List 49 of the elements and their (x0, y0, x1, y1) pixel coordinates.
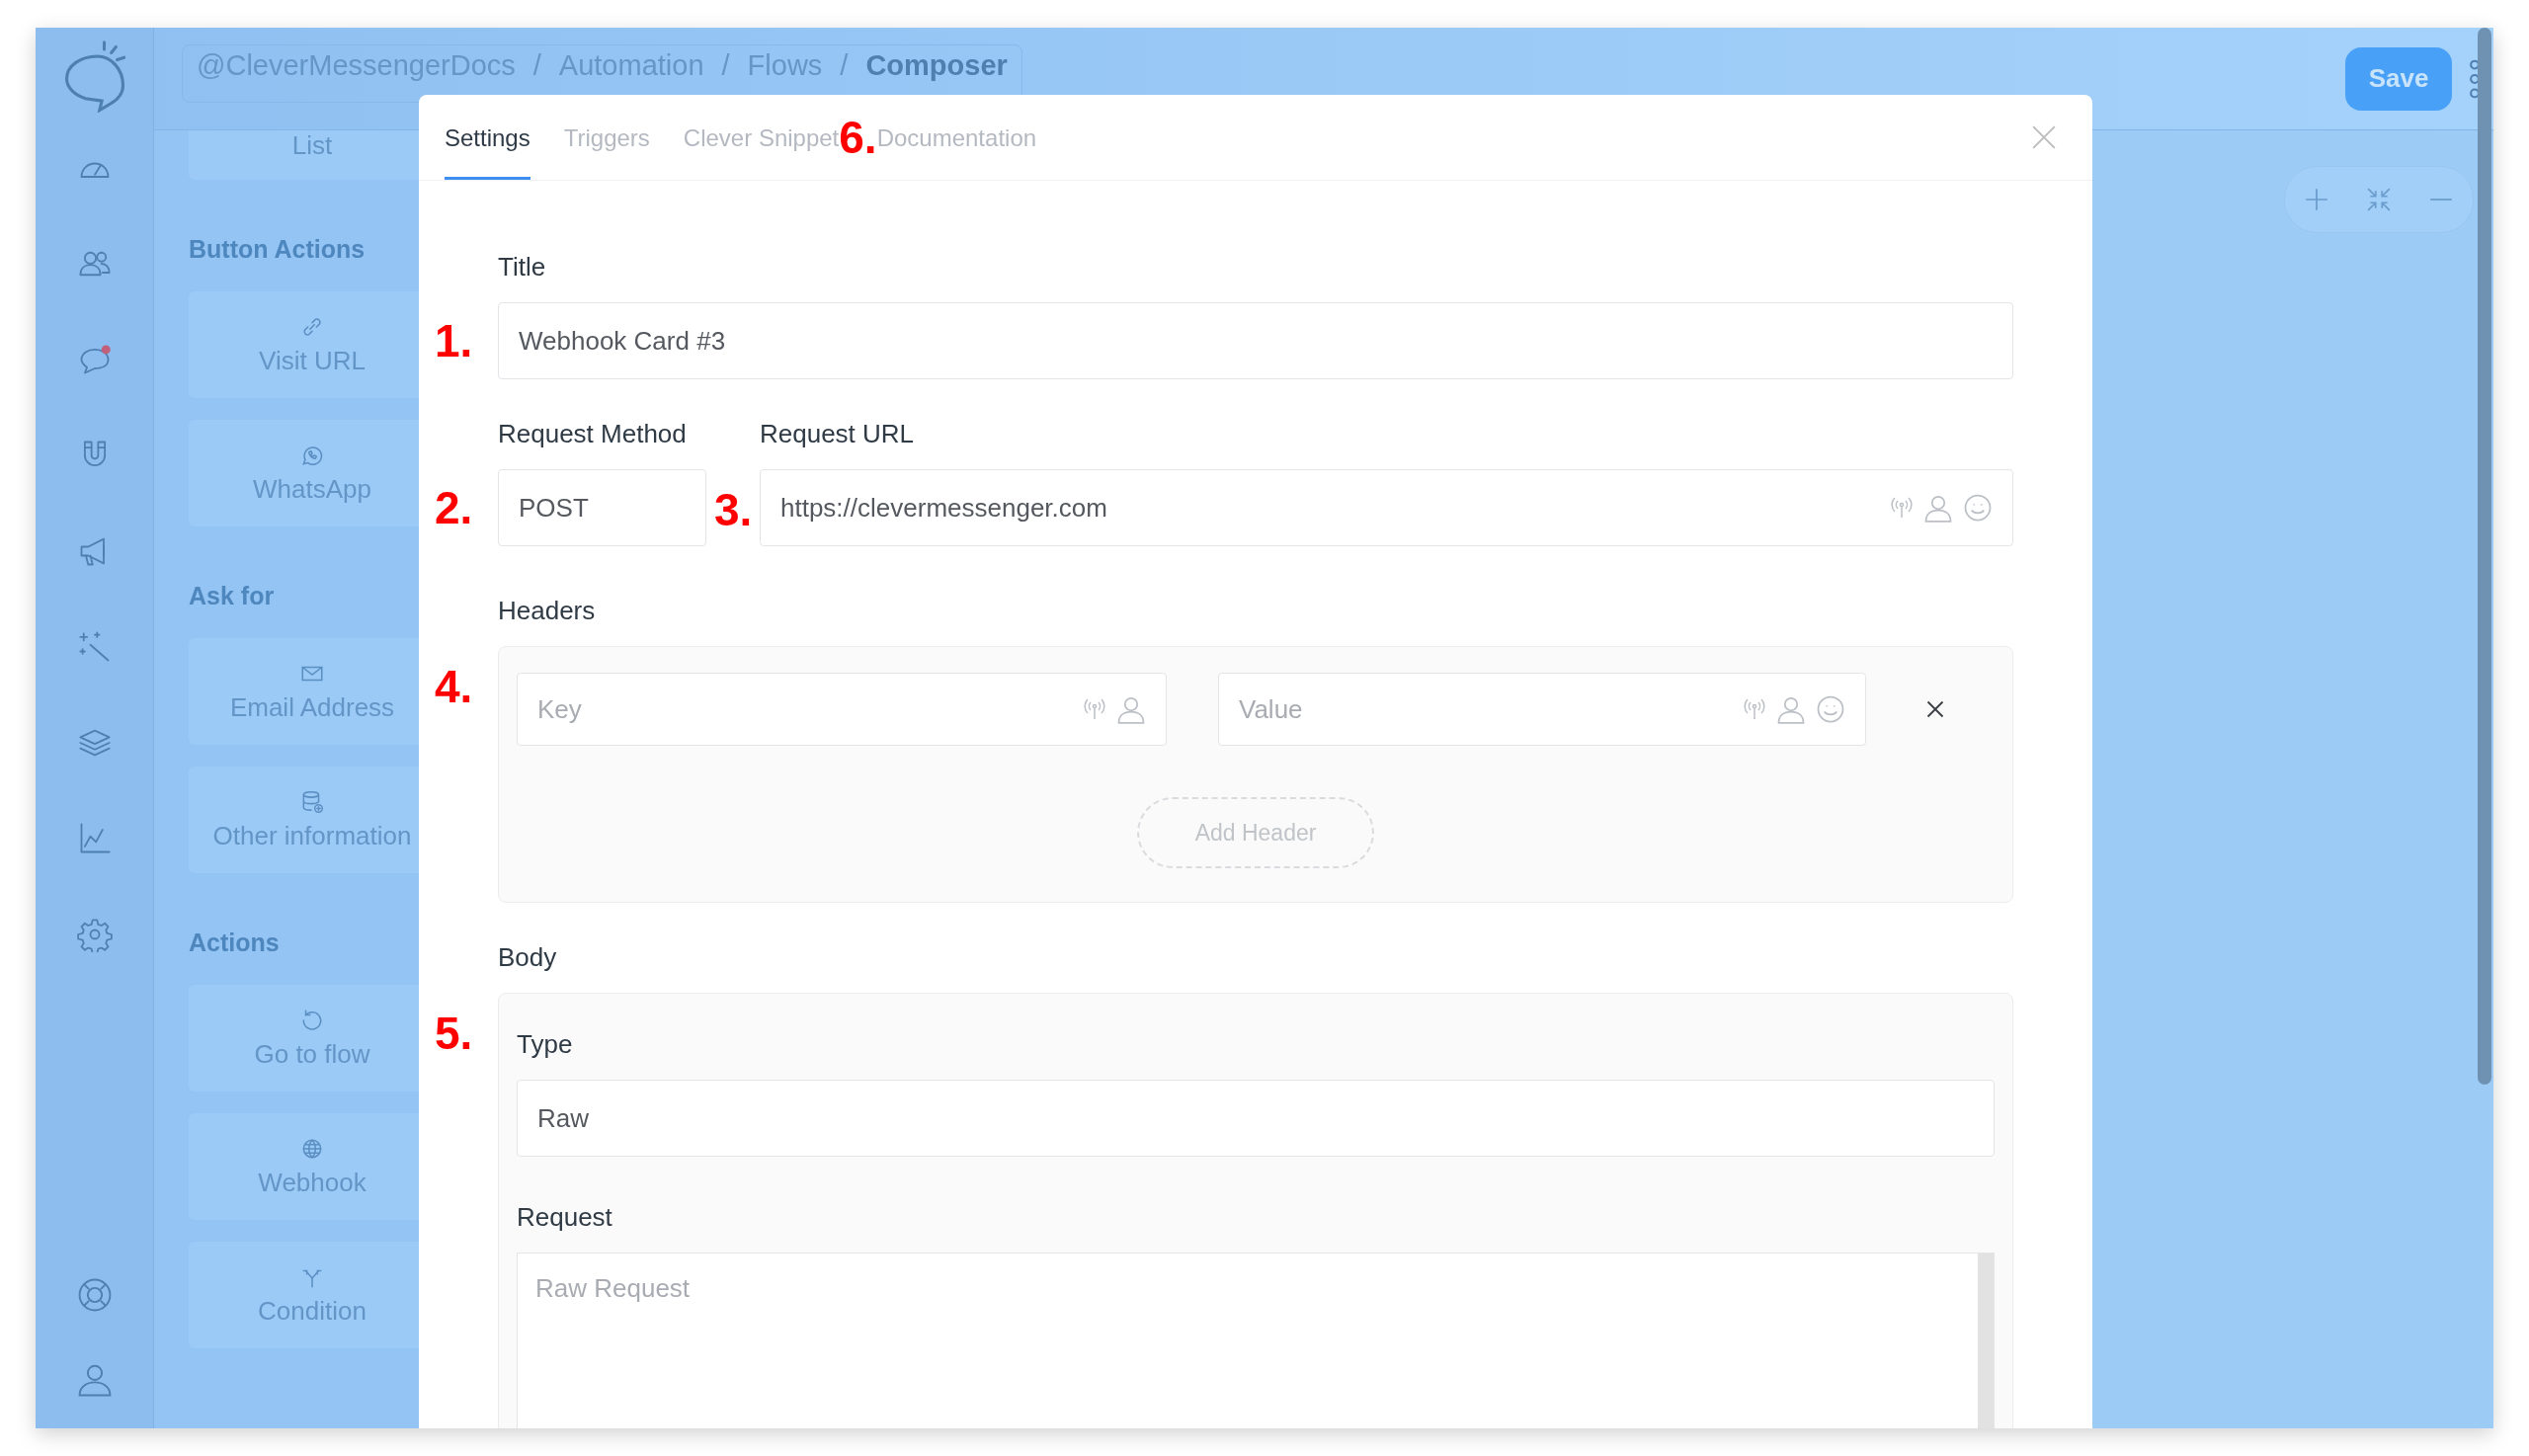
header-value-input[interactable]: Value (1239, 693, 1733, 725)
field-label: Type (517, 1029, 574, 1060)
add-header-button[interactable]: Add Header (1137, 797, 1374, 868)
annotation-number: 2. (435, 485, 474, 530)
annotation-number: 4. (435, 664, 474, 709)
section-heading: Actions (189, 929, 281, 957)
annotation-number: 6. (839, 115, 877, 160)
smiley-icon[interactable] (1963, 493, 1993, 523)
gear-icon[interactable] (76, 917, 113, 952)
dialog-tab[interactable]: Triggers (563, 95, 650, 180)
smiley-icon[interactable] (1816, 694, 1845, 724)
dialog-tab[interactable]: Settings (445, 95, 530, 180)
type-select[interactable]: Raw (517, 1080, 1995, 1157)
header-key-field[interactable]: Key (517, 673, 1167, 746)
breadcrumb-separator: / (721, 49, 730, 82)
breadcrumb-separator: / (532, 49, 541, 82)
section-heading: Button Actions (189, 235, 367, 264)
breadcrumb-separator: / (840, 49, 849, 82)
url-field[interactable]: https://clevermessenger.com (760, 469, 2013, 546)
field-label: Request (517, 1202, 613, 1233)
user-icon[interactable] (1776, 694, 1806, 724)
antenna-icon[interactable] (1083, 697, 1106, 721)
annotation-number: 1. (435, 318, 474, 364)
header-value-field[interactable]: Value (1218, 673, 1866, 746)
zoom-in-icon[interactable] (2303, 187, 2329, 212)
url-input[interactable]: https://clevermessenger.com (780, 492, 1880, 524)
field-label: Request Method (498, 419, 688, 449)
header-key-input[interactable]: Key (537, 693, 1073, 725)
breadcrumb-link[interactable]: Composer (865, 49, 1008, 82)
save-button[interactable]: Save (2345, 46, 2452, 111)
field-label: Title (498, 252, 547, 283)
fit-view-icon[interactable] (2366, 187, 2392, 212)
antenna-icon[interactable] (1743, 697, 1766, 721)
close-icon[interactable] (2031, 124, 2057, 150)
dialog-tab[interactable]: Clever Snippet (683, 95, 840, 180)
section-heading: Ask for (189, 582, 276, 610)
method-select[interactable]: POST (498, 469, 706, 546)
user-icon[interactable] (1923, 493, 1953, 523)
remove-icon[interactable] (1925, 699, 1945, 719)
user-icon[interactable] (1116, 694, 1146, 724)
dialog-tab[interactable]: Documentation (876, 95, 1037, 180)
antenna-icon[interactable] (1890, 496, 1914, 520)
field-label: Request URL (760, 419, 916, 449)
field-label: Body (498, 942, 558, 973)
annotation-number: 5. (435, 1011, 474, 1056)
scrollbar-thumb[interactable] (2478, 28, 2491, 1085)
annotation-number: 3. (714, 487, 753, 532)
field-label: Headers (498, 596, 597, 626)
title-input[interactable]: Webhook Card #3 (498, 302, 2013, 379)
